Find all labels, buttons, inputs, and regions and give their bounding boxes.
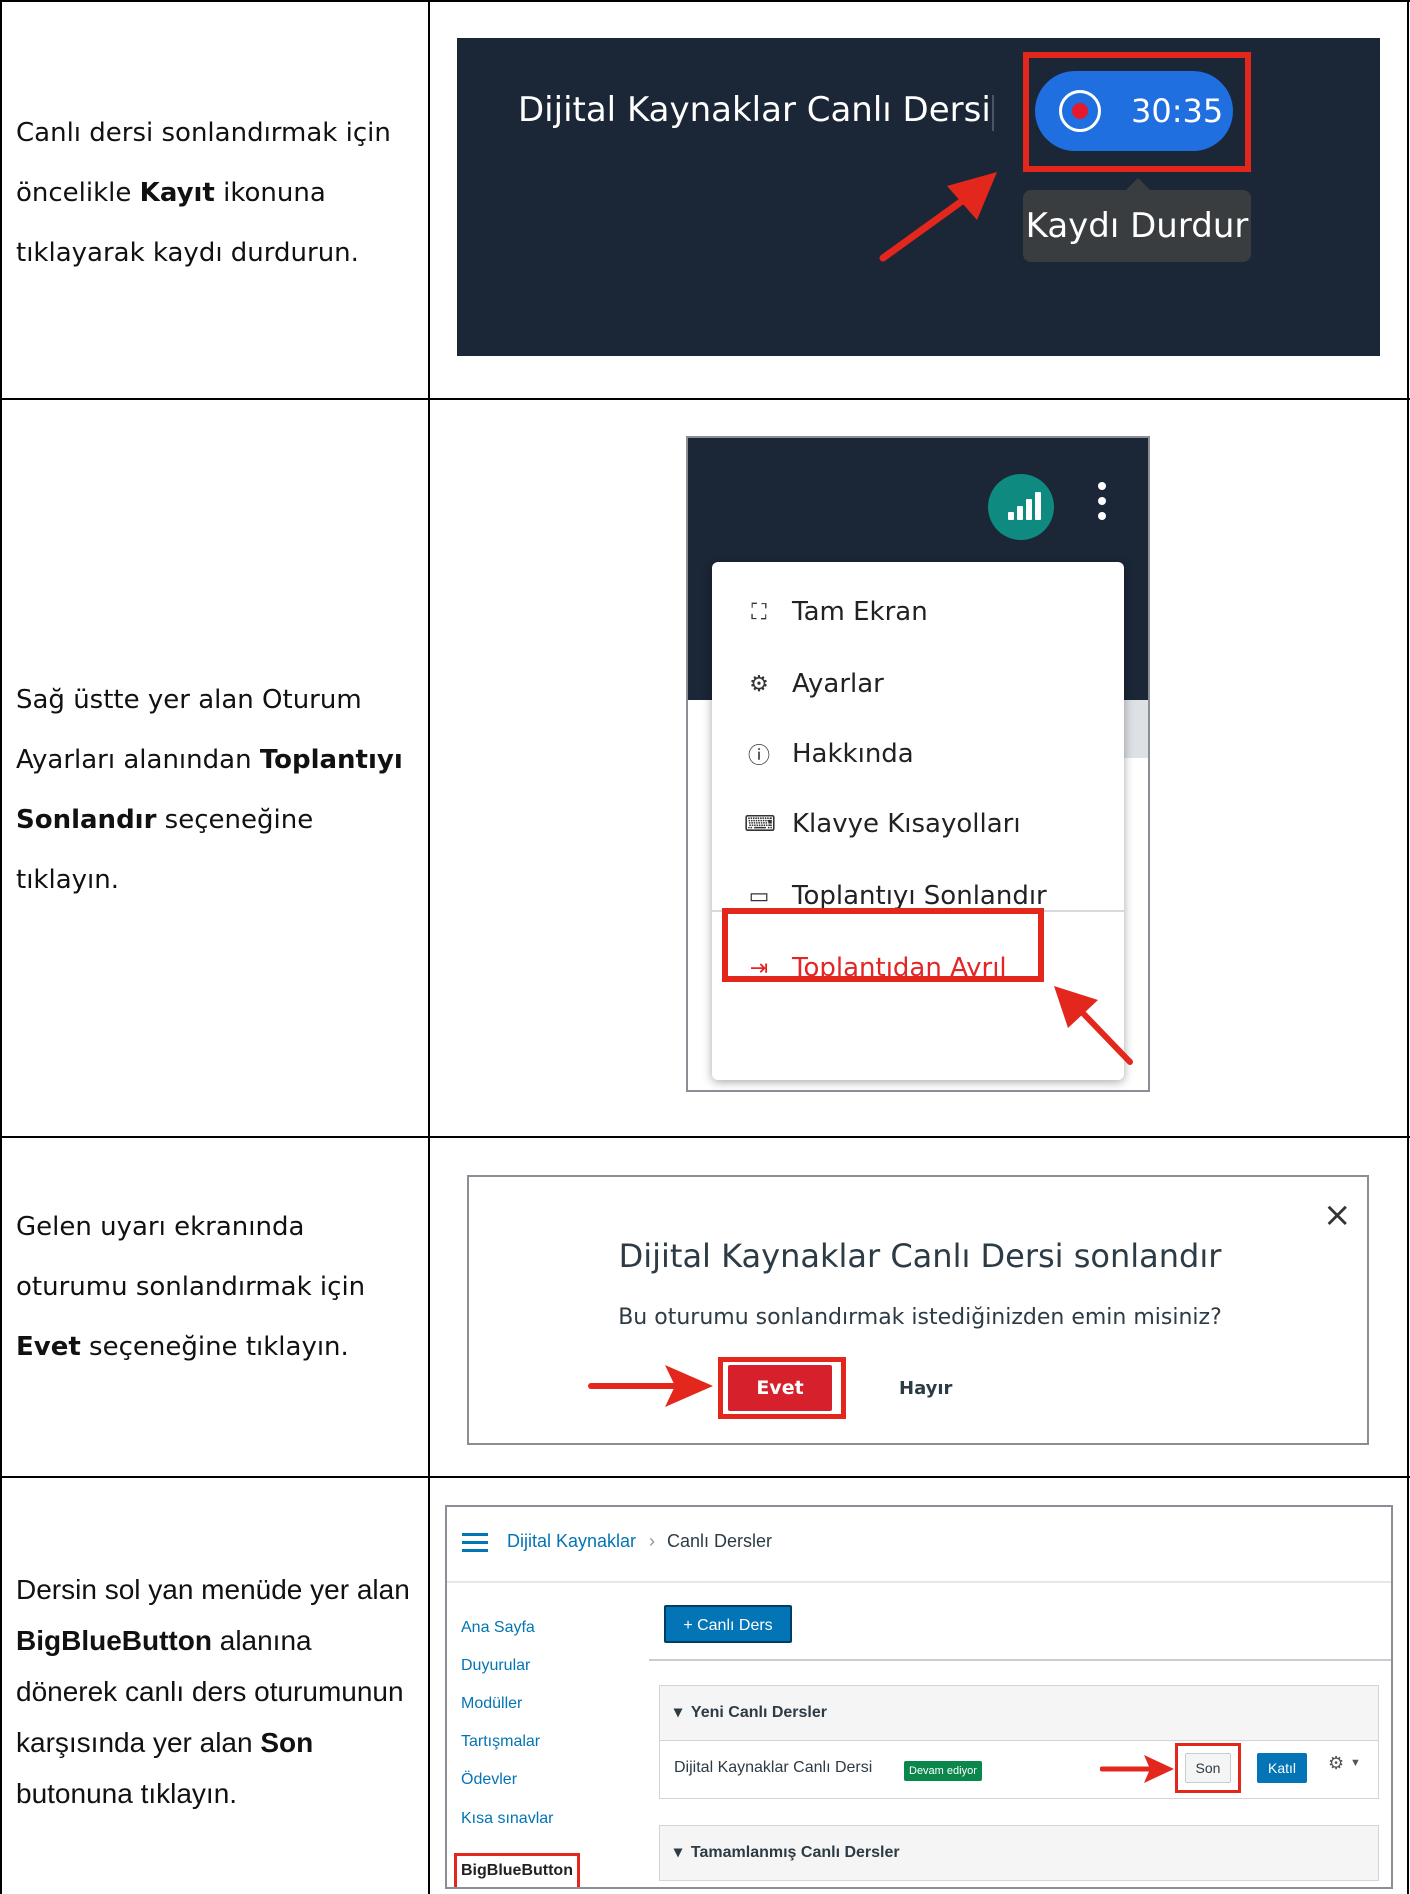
- recording-bar-screenshot: Dijital Kaynaklar Canlı Dersi 30:35 Kayd…: [457, 38, 1380, 356]
- row-divider: [0, 1476, 1410, 1478]
- menu-item-label: Ayarlar: [792, 669, 884, 699]
- table-border-left: [0, 0, 2, 1894]
- section-completed-live-classes[interactable]: ▾ Tamamlanmış Canlı Dersler: [659, 1825, 1379, 1881]
- menu-item-label: Klavye Kısayolları: [792, 809, 1021, 839]
- no-button[interactable]: Hayır: [899, 1378, 952, 1399]
- instruction-text: Gelen uyarı ekranında oturumu sonlandırm…: [16, 1212, 366, 1302]
- list-item: Dijital Kaynaklar Canlı Dersi Devam ediy…: [659, 1741, 1379, 1799]
- status-badge: Devam ediyor: [904, 1761, 982, 1781]
- live-class-title: Dijital Kaynaklar Canlı Dersi: [674, 1759, 873, 1776]
- row-divider: [0, 1136, 1410, 1138]
- instruction-keyword: BigBlueButton: [16, 1625, 212, 1656]
- breadcrumb-course-link[interactable]: Dijital Kaynaklar: [507, 1531, 636, 1552]
- sidebar-item-modules[interactable]: Modüller: [461, 1695, 522, 1713]
- table-border-right: [1407, 0, 1409, 1894]
- chevron-down-icon[interactable]: ▼: [1350, 1757, 1361, 1769]
- sidebar-item-discussions[interactable]: Tartışmalar: [461, 1733, 540, 1751]
- close-icon[interactable]: ×: [1323, 1195, 1352, 1235]
- more-options-icon[interactable]: [1098, 482, 1106, 522]
- divider: [992, 95, 994, 131]
- menu-item-label: Tam Ekran: [792, 597, 928, 627]
- menu-item-about[interactable]: ⓘ Hakkında: [712, 724, 1124, 784]
- instruction-keyword: Evet: [16, 1332, 81, 1362]
- instruction-step-2: Sağ üstte yer alan Oturum Ayarları alanı…: [16, 670, 416, 910]
- section-new-live-classes[interactable]: ▾ Yeni Canlı Dersler: [659, 1685, 1379, 1741]
- pointer-arrow-icon: [588, 1365, 713, 1407]
- breadcrumb-current: Canlı Dersler: [667, 1531, 773, 1551]
- menu-item-fullscreen[interactable]: ⛶ Tam Ekran: [712, 582, 1124, 642]
- gear-icon: ⚙: [749, 671, 769, 697]
- instruction-step-3: Gelen uyarı ekranında oturumu sonlandırm…: [16, 1197, 416, 1377]
- section-title: Yeni Canlı Dersler: [690, 1704, 827, 1721]
- stop-recording-tooltip: Kaydı Durdur: [1023, 190, 1251, 262]
- add-live-class-button[interactable]: + Canlı Ders: [664, 1605, 792, 1643]
- fullscreen-icon: ⛶: [751, 599, 767, 625]
- column-divider: [428, 0, 430, 1894]
- end-session-dialog: × Dijital Kaynaklar Canlı Dersi sonlandı…: [467, 1175, 1369, 1445]
- info-icon: ⓘ: [747, 744, 770, 769]
- sidebar-item-quizzes[interactable]: Kısa sınavlar: [461, 1810, 553, 1828]
- join-button[interactable]: Katıl: [1257, 1753, 1307, 1783]
- instruction-table: Canlı dersi sonlandırmak için öncelikle …: [0, 0, 1410, 1894]
- sidebar-item-home[interactable]: Ana Sayfa: [461, 1619, 535, 1637]
- sidebar-item-announcements[interactable]: Duyurular: [461, 1657, 530, 1675]
- divider: [649, 1659, 1391, 1661]
- keyboard-icon: ⌨: [744, 811, 776, 837]
- menu-item-label: Hakkında: [792, 739, 914, 769]
- menu-icon[interactable]: [462, 1533, 488, 1553]
- highlight-box: [722, 908, 1044, 982]
- pointer-arrow-icon: [1054, 986, 1133, 1065]
- menu-item-label: Toplantıyı Sonlandır: [792, 881, 1047, 911]
- pointer-arrow-icon: [1100, 1755, 1174, 1783]
- instruction-text: Dersin sol yan menüde yer alan: [16, 1574, 410, 1605]
- session-menu-screenshot: ⛶ Tam Ekran ⚙ Ayarlar ⓘ Hakkında ⌨ Klavye Kı…: [686, 436, 1150, 1092]
- menu-item-settings[interactable]: ⚙ Ayarlar: [712, 654, 1124, 714]
- lms-header: Dijital Kaynaklar › Canlı Dersler: [447, 1507, 1391, 1583]
- instruction-step-4: Dersin sol yan menüde yer alan BigBlueBu…: [16, 1564, 416, 1819]
- gear-icon[interactable]: ⚙: [1328, 1753, 1344, 1774]
- sidebar-item-assignments[interactable]: Ödevler: [461, 1771, 517, 1789]
- lms-page-screenshot: Dijital Kaynaklar › Canlı Dersler Ana Sa…: [445, 1505, 1393, 1889]
- breadcrumb-separator: ›: [649, 1531, 655, 1551]
- table-border-top: [0, 0, 1410, 2]
- instruction-step-1: Canlı dersi sonlandırmak için öncelikle …: [16, 103, 416, 283]
- pointer-arrow-icon: [879, 172, 997, 262]
- instruction-keyword: Son: [260, 1727, 314, 1758]
- window-icon: ▭: [748, 883, 770, 909]
- instruction-text: butonuna tıklayın.: [16, 1778, 238, 1809]
- end-button[interactable]: Son: [1185, 1753, 1231, 1783]
- highlight-box: [1023, 52, 1251, 172]
- instruction-text: seçeneğine tıklayın.: [80, 1332, 349, 1362]
- section-title: Tamamlanmış Canlı Dersler: [690, 1844, 900, 1861]
- highlight-box: [718, 1357, 846, 1419]
- instruction-keyword: Kayıt: [139, 178, 215, 208]
- dialog-message: Bu oturumu sonlandırmak istediğinizden e…: [618, 1305, 1222, 1330]
- connection-status-icon[interactable]: [988, 474, 1054, 540]
- session-title: Dijital Kaynaklar Canlı Dersi: [518, 90, 991, 130]
- dialog-title: Dijital Kaynaklar Canlı Dersi sonlandır: [618, 1237, 1222, 1275]
- menu-item-shortcuts[interactable]: ⌨ Klavye Kısayolları: [712, 794, 1124, 854]
- row-divider: [0, 398, 1410, 400]
- sidebar-item-bigbluebutton[interactable]: BigBlueButton: [461, 1862, 573, 1880]
